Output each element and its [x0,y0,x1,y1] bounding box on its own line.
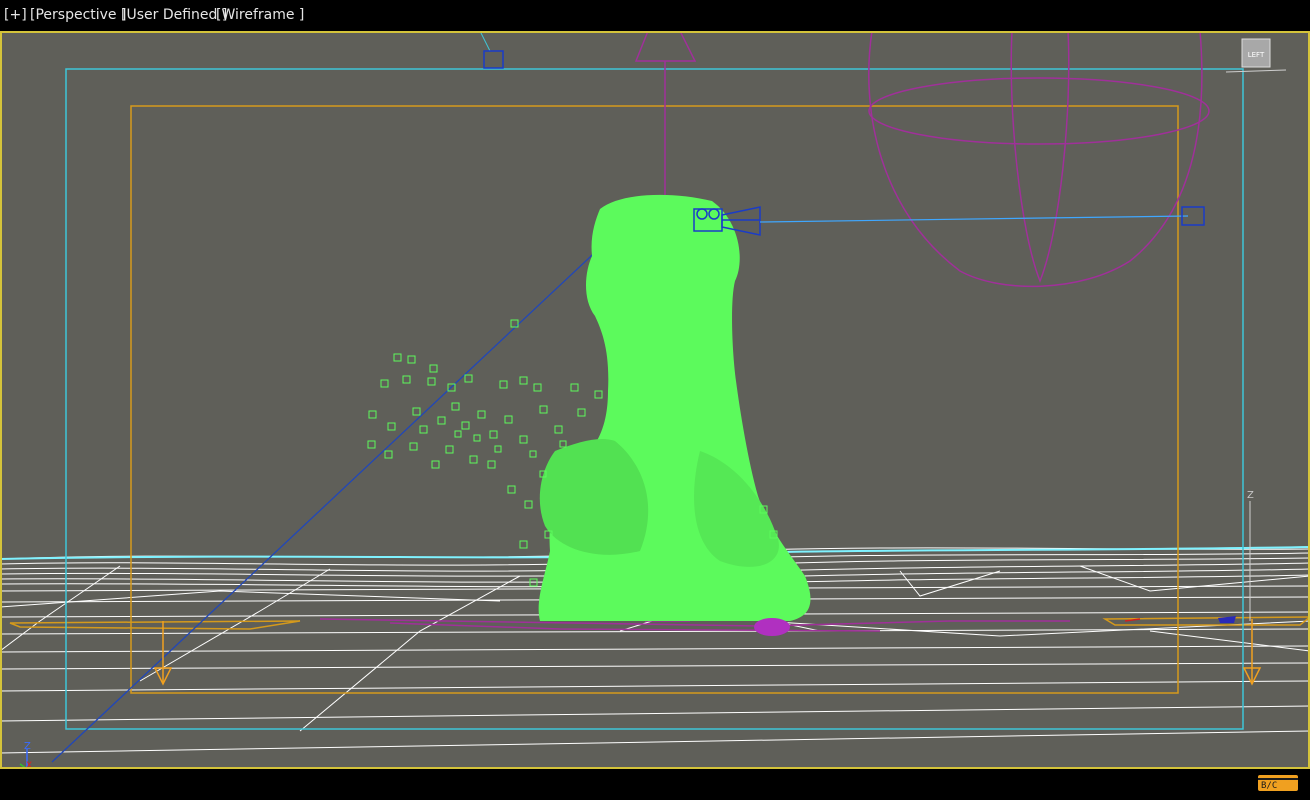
viewport-label-bar: [+] [Perspective ] [User Defined ] [Wire… [0,0,1310,31]
viewport-view-menu[interactable]: [Perspective ] [30,6,126,24]
viewport-plus-menu[interactable]: [+] [4,6,27,24]
viewport-canvas[interactable]: Z LEFT Z X Y [0,30,1310,777]
status-chip[interactable]: B/C [1258,775,1298,791]
perspective-viewport[interactable]: Z LEFT Z X Y [0,30,1310,777]
emitter-blob [754,618,790,636]
bottom-bar: B/C [0,769,1310,800]
viewport-display-mode-menu[interactable]: [Wireframe ] [216,6,304,24]
gizmo-axis-label: Z [1247,490,1254,501]
status-chip-label: B/C [1261,781,1278,791]
viewport-shading-menu[interactable]: [User Defined ] [121,6,227,24]
viewcube-face-label: LEFT [1248,51,1265,59]
world-axis-z: Z [24,741,31,752]
